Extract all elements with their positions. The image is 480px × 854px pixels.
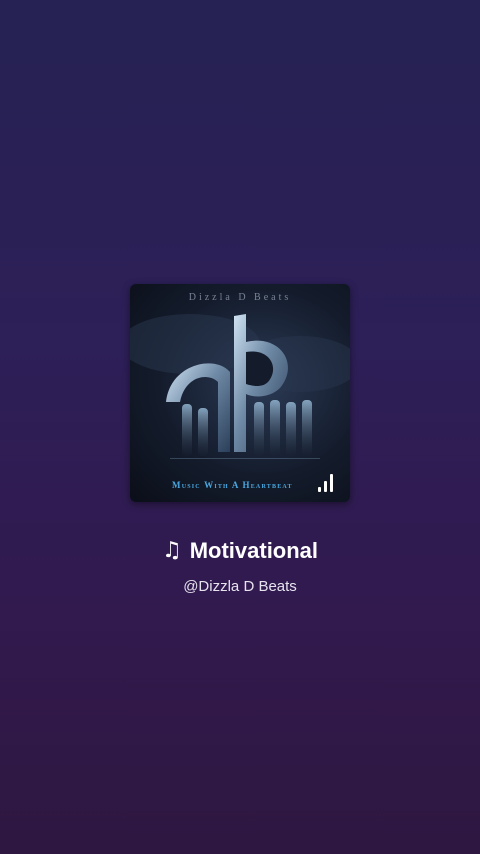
music-note-icon: ♫ <box>161 538 182 563</box>
signal-bars-icon <box>318 472 338 492</box>
artist-name[interactable]: @Dizzla D Beats <box>0 578 480 595</box>
album-art-graphic <box>130 314 350 459</box>
player-screen: Dizzla D Beats Music With A Heartbeat ♫ … <box>0 0 480 854</box>
cover-brand-text: Dizzla D Beats <box>188 292 292 303</box>
cover-tagline: Music With A Heartbeat <box>172 480 293 490</box>
track-title-row: ♫ Motivational <box>0 538 480 564</box>
album-cover[interactable]: Dizzla D Beats Music With A Heartbeat <box>130 284 350 502</box>
track-title: Motivational <box>189 538 319 563</box>
